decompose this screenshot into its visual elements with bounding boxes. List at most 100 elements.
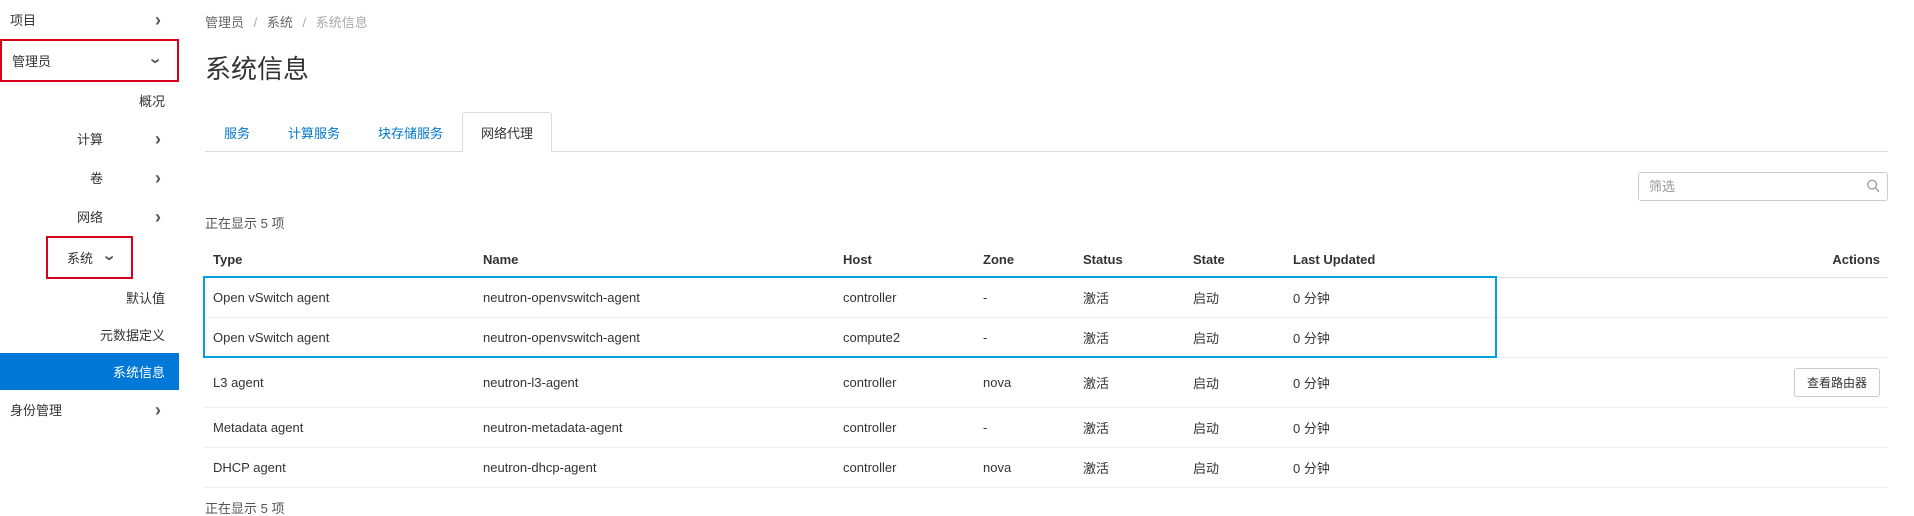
col-header-status[interactable]: Status	[1075, 242, 1185, 278]
cell-zone: -	[975, 408, 1075, 448]
col-header-zone[interactable]: Zone	[975, 242, 1075, 278]
sidebar-item-default[interactable]: 默认值	[0, 279, 179, 316]
sidebar-item-admin[interactable]: 管理员 ›	[0, 39, 179, 82]
sidebar-item-sysinfo[interactable]: 系统信息	[0, 353, 179, 390]
cell-status: 激活	[1075, 448, 1185, 488]
breadcrumb-sep: /	[254, 15, 258, 30]
filter-input[interactable]	[1638, 172, 1888, 201]
nav-label: 系统信息	[113, 362, 165, 381]
cell-last-updated: 0 分钟	[1285, 318, 1495, 358]
search-icon[interactable]	[1866, 178, 1880, 195]
table-row[interactable]: L3 agentneutron-l3-agentcontrollernova激活…	[205, 358, 1888, 408]
table-wrap: Type Name Host Zone Status State Last Up…	[205, 242, 1888, 488]
cell-last-updated: 0 分钟	[1285, 408, 1495, 448]
breadcrumb: 管理员 / 系统 / 系统信息	[205, 12, 1888, 31]
cell-actions	[1495, 318, 1888, 358]
chevron-right-icon: ›	[151, 13, 165, 27]
sidebar-item-system[interactable]: 系统 ›	[46, 236, 133, 279]
table-caption-top: 正在显示 5 项	[205, 213, 1888, 232]
tab-network-agents[interactable]: 网络代理	[462, 112, 552, 152]
table-caption-bottom: 正在显示 5 项	[205, 498, 1888, 516]
chevron-down-icon: ›	[149, 54, 163, 68]
col-header-state[interactable]: State	[1185, 242, 1285, 278]
col-header-updated[interactable]: Last Updated	[1285, 242, 1495, 278]
cell-last-updated: 0 分钟	[1285, 448, 1495, 488]
cell-zone: nova	[975, 448, 1075, 488]
cell-actions	[1495, 448, 1888, 488]
cell-status: 激活	[1075, 318, 1185, 358]
cell-name: neutron-l3-agent	[475, 358, 835, 408]
cell-type: L3 agent	[205, 358, 475, 408]
col-header-actions: Actions	[1495, 242, 1888, 278]
sidebar-item-overview[interactable]: 概况	[0, 82, 179, 119]
filter-box	[1638, 172, 1888, 201]
nav-label: 元数据定义	[100, 325, 165, 344]
nav-label: 概况	[139, 91, 165, 110]
chevron-right-icon: ›	[151, 132, 165, 146]
cell-name: neutron-openvswitch-agent	[475, 278, 835, 318]
sidebar: 项目 › 管理员 › 概况 计算 › 卷 › 网络 › 系统 › 默认值	[0, 0, 179, 516]
nav-label: 管理员	[12, 51, 51, 70]
cell-state: 启动	[1185, 278, 1285, 318]
nav-label: 默认值	[126, 288, 165, 307]
sidebar-item-compute[interactable]: 计算 ›	[0, 119, 179, 158]
breadcrumb-sep: /	[303, 15, 307, 30]
main-content: 管理员 / 系统 / 系统信息 系统信息 服务 计算服务 块存储服务 网络代理	[179, 0, 1914, 516]
cell-last-updated: 0 分钟	[1285, 278, 1495, 318]
cell-last-updated: 0 分钟	[1285, 358, 1495, 408]
col-header-host[interactable]: Host	[835, 242, 975, 278]
table-header-row: Type Name Host Zone Status State Last Up…	[205, 242, 1888, 278]
sidebar-item-metadata[interactable]: 元数据定义	[0, 316, 179, 353]
breadcrumb-current: 系统信息	[316, 15, 368, 30]
sidebar-item-project[interactable]: 项目 ›	[0, 0, 179, 39]
cell-state: 启动	[1185, 448, 1285, 488]
col-header-name[interactable]: Name	[475, 242, 835, 278]
cell-state: 启动	[1185, 318, 1285, 358]
cell-type: Metadata agent	[205, 408, 475, 448]
cell-actions	[1495, 408, 1888, 448]
cell-actions	[1495, 278, 1888, 318]
nav-label: 项目	[10, 10, 36, 29]
breadcrumb-item[interactable]: 管理员	[205, 15, 244, 30]
table-row[interactable]: Metadata agentneutron-metadata-agentcont…	[205, 408, 1888, 448]
table-row[interactable]: Open vSwitch agentneutron-openvswitch-ag…	[205, 318, 1888, 358]
nav-label: 计算	[10, 129, 151, 148]
agents-table: Type Name Host Zone Status State Last Up…	[205, 242, 1888, 488]
cell-type: Open vSwitch agent	[205, 318, 475, 358]
cell-type: DHCP agent	[205, 448, 475, 488]
chevron-right-icon: ›	[151, 403, 165, 417]
table-row[interactable]: DHCP agentneutron-dhcp-agentcontrollerno…	[205, 448, 1888, 488]
chevron-right-icon: ›	[151, 171, 165, 185]
col-header-type[interactable]: Type	[205, 242, 475, 278]
chevron-down-icon: ›	[103, 251, 117, 265]
breadcrumb-item[interactable]: 系统	[267, 15, 293, 30]
sidebar-item-network[interactable]: 网络 ›	[0, 197, 179, 236]
cell-zone: -	[975, 278, 1075, 318]
toolbar	[205, 172, 1888, 201]
page-title: 系统信息	[205, 49, 1888, 86]
cell-status: 激活	[1075, 358, 1185, 408]
tabs: 服务 计算服务 块存储服务 网络代理	[205, 112, 1888, 152]
nav-label: 网络	[10, 207, 151, 226]
sidebar-item-volume[interactable]: 卷 ›	[0, 158, 179, 197]
tab-services[interactable]: 服务	[205, 112, 269, 152]
tab-block-storage[interactable]: 块存储服务	[359, 112, 462, 152]
cell-name: neutron-metadata-agent	[475, 408, 835, 448]
nav-label: 卷	[10, 168, 151, 187]
tab-compute-services[interactable]: 计算服务	[269, 112, 359, 152]
cell-state: 启动	[1185, 408, 1285, 448]
sidebar-item-identity[interactable]: 身份管理 ›	[0, 390, 179, 429]
table-row[interactable]: Open vSwitch agentneutron-openvswitch-ag…	[205, 278, 1888, 318]
cell-host: controller	[835, 408, 975, 448]
cell-zone: -	[975, 318, 1075, 358]
cell-host: compute2	[835, 318, 975, 358]
chevron-right-icon: ›	[151, 210, 165, 224]
cell-name: neutron-dhcp-agent	[475, 448, 835, 488]
cell-status: 激活	[1075, 408, 1185, 448]
cell-type: Open vSwitch agent	[205, 278, 475, 318]
view-routers-button[interactable]: 查看路由器	[1794, 368, 1880, 397]
cell-host: controller	[835, 448, 975, 488]
cell-host: controller	[835, 278, 975, 318]
nav-label: 系统	[56, 248, 103, 267]
cell-state: 启动	[1185, 358, 1285, 408]
